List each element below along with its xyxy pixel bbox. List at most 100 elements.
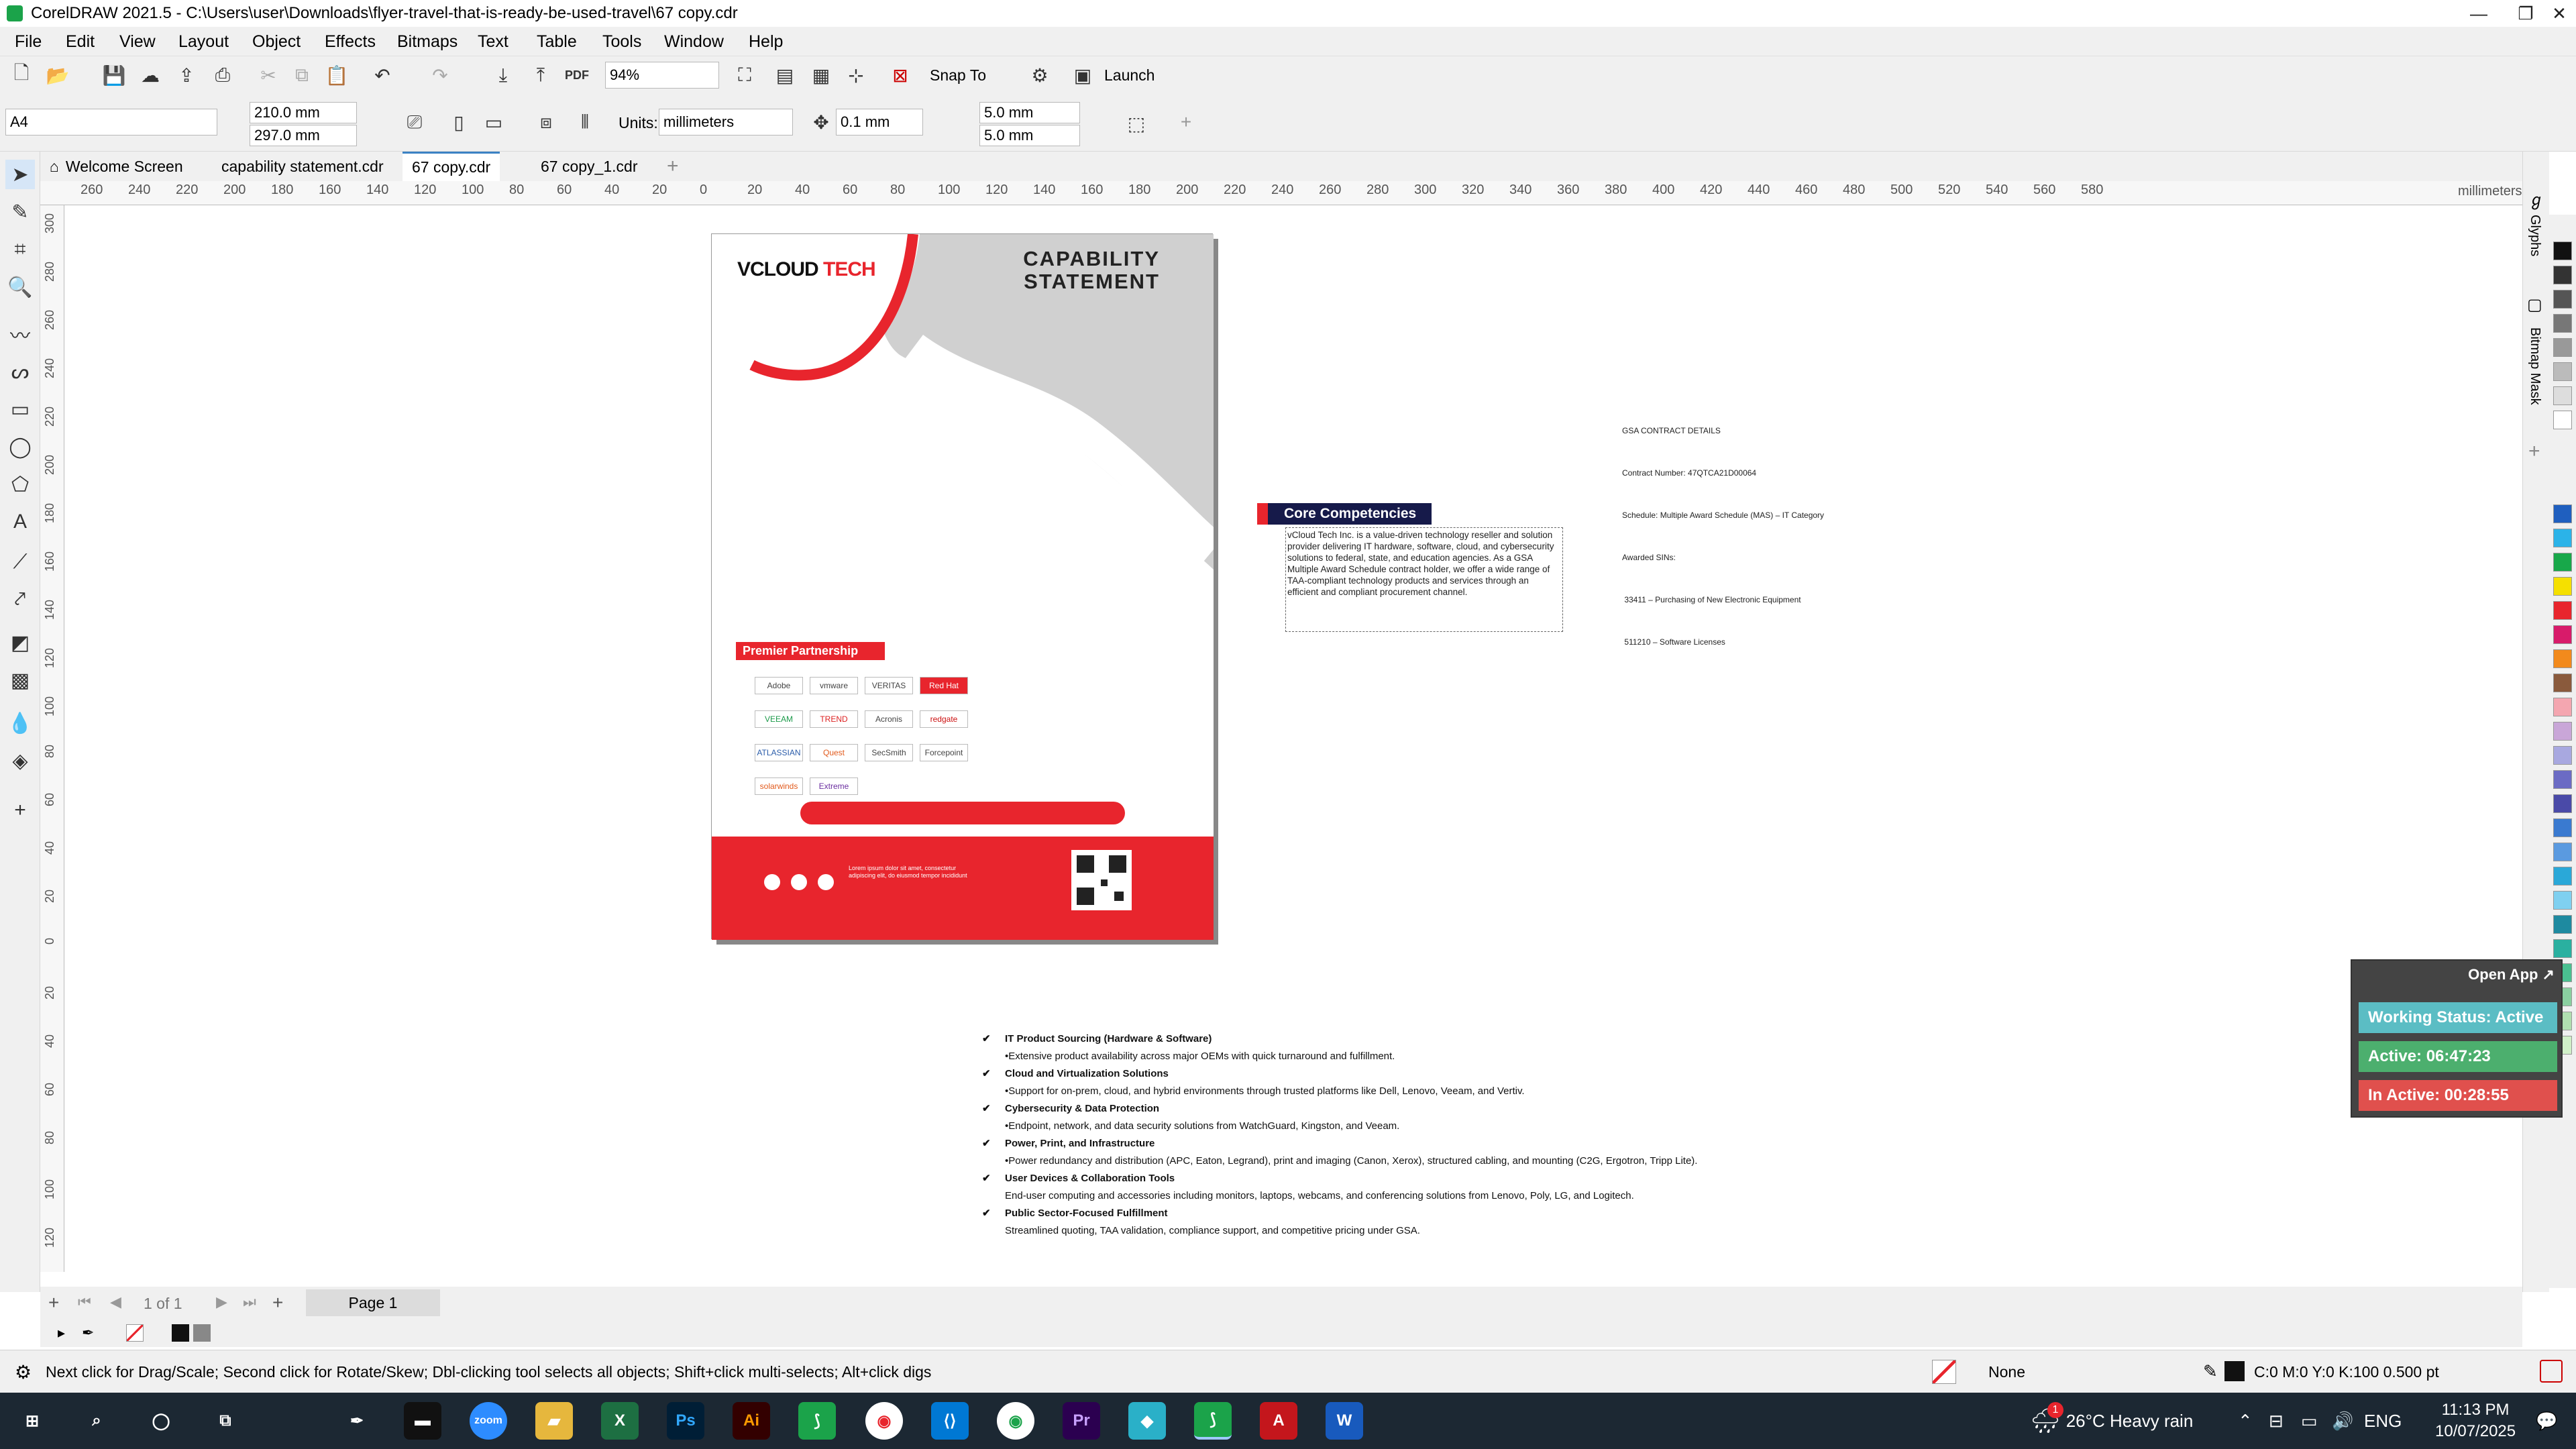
swatch-violet[interactable]: [2553, 770, 2572, 789]
connector-tool-icon[interactable]: ⤤: [5, 585, 35, 614]
swatch-cyan[interactable]: [2553, 867, 2572, 885]
first-page-icon[interactable]: ⏮: [78, 1293, 91, 1311]
search-icon[interactable]: ⌕: [78, 1402, 115, 1440]
menu-tools[interactable]: Tools: [602, 32, 641, 52]
word-icon[interactable]: W: [1326, 1402, 1363, 1440]
tab-welcome-screen[interactable]: ⌂ Welcome Screen: [40, 152, 193, 181]
clock[interactable]: 11:13 PM 10/07/2025: [2435, 1393, 2516, 1449]
volume-icon[interactable]: 🔊: [2332, 1393, 2353, 1449]
vertical-ruler[interactable]: 300 280 260 240 220 200 180 160 140 120 100 80 60 40 2…: [40, 205, 64, 1272]
pen-icon[interactable]: ✒: [338, 1402, 376, 1440]
menu-object[interactable]: Object: [252, 32, 301, 52]
menu-effects[interactable]: Effects: [325, 32, 376, 52]
freehand-tool-icon[interactable]: 〰: [5, 319, 35, 349]
zoom-level-field[interactable]: 94%: [605, 62, 719, 89]
swatch-red[interactable]: [2553, 601, 2572, 620]
undo-icon[interactable]: ↶: [369, 62, 396, 89]
drawing-canvas[interactable]: VCLOUD TECH CAPABILITY STATEMENT Premier…: [64, 205, 2493, 1265]
add-toolbar-icon[interactable]: +: [1173, 109, 1199, 136]
open-app-link[interactable]: Open App ↗: [2468, 966, 2555, 983]
palette-expand-icon[interactable]: ▸: [58, 1324, 65, 1342]
new-document-icon[interactable]: 🗋: [8, 62, 35, 89]
cut-icon[interactable]: ✂: [255, 62, 282, 89]
swatch-teal[interactable]: [2553, 939, 2572, 958]
minimize-button[interactable]: —: [2455, 0, 2502, 27]
acrobat-icon[interactable]: A: [1260, 1402, 1297, 1440]
interactive-fill-icon[interactable]: ◈: [5, 746, 35, 775]
paste-icon[interactable]: 📋: [323, 62, 350, 89]
excel-icon[interactable]: X: [601, 1402, 639, 1440]
swatch-indigo[interactable]: [2553, 794, 2572, 813]
swatch-lilac[interactable]: [2553, 746, 2572, 765]
full-screen-icon[interactable]: ▤: [771, 62, 798, 89]
menu-bitmaps[interactable]: Bitmaps: [397, 32, 458, 52]
swatch-gray[interactable]: [2553, 314, 2572, 333]
file-explorer-icon[interactable]: ▰: [535, 1402, 573, 1440]
drop-shadow-icon[interactable]: ◩: [5, 628, 35, 657]
chrome-icon[interactable]: ◉: [865, 1402, 903, 1440]
next-page-icon[interactable]: ▶: [216, 1293, 227, 1311]
guidelines-icon[interactable]: ⊹: [843, 62, 869, 89]
artistic-media-icon[interactable]: ᔕ: [5, 357, 35, 386]
premiere-icon[interactable]: Pr: [1063, 1402, 1100, 1440]
new-tab-icon[interactable]: +: [657, 152, 688, 181]
portrait-icon[interactable]: ▯: [445, 109, 472, 136]
menu-window[interactable]: Window: [664, 32, 724, 52]
language-indicator[interactable]: ENG: [2364, 1393, 2402, 1449]
fill-indicator-icon[interactable]: [1932, 1360, 1956, 1384]
zoom-icon[interactable]: zoom: [470, 1402, 507, 1440]
print-icon[interactable]: ⎙: [209, 62, 236, 89]
tab-capability-statement[interactable]: capability statement.cdr: [212, 152, 393, 181]
bitmap-mask-icon[interactable]: ▢: [2527, 295, 2542, 315]
grid-icon[interactable]: ▦: [808, 62, 835, 89]
ellipse-tool-icon[interactable]: ◯: [5, 432, 35, 462]
swatch-gray[interactable]: [2553, 338, 2572, 357]
add-page-before-icon[interactable]: +: [48, 1292, 59, 1313]
swatch-teal[interactable]: [2553, 915, 2572, 934]
page-layout-icon[interactable]: ⫴: [572, 109, 598, 136]
swatch-white[interactable]: [2553, 411, 2572, 429]
terminal-icon[interactable]: ▬: [404, 1402, 441, 1440]
menu-file[interactable]: File: [15, 32, 42, 52]
menu-help[interactable]: Help: [749, 32, 783, 52]
coreldraw-icon[interactable]: ⟆: [798, 1402, 836, 1440]
menu-layout[interactable]: Layout: [178, 32, 229, 52]
page-height-field[interactable]: 297.0 mm: [250, 125, 357, 146]
page-1-tab[interactable]: Page 1: [306, 1289, 440, 1316]
page-size-dropdown[interactable]: A4: [5, 109, 217, 136]
export-icon[interactable]: ⤒: [527, 62, 554, 89]
horizontal-ruler[interactable]: 260 240 220 200 180 160 140 120 100 80 60 40 20 0 20 40…: [40, 181, 2522, 205]
swatch-light-cyan[interactable]: [2553, 891, 2572, 910]
shape-tool-icon[interactable]: ✎: [5, 197, 35, 227]
duplicate-x-field[interactable]: 5.0 mm: [979, 102, 1080, 123]
app-icon[interactable]: ◆: [1128, 1402, 1166, 1440]
polygon-tool-icon[interactable]: ⬠: [5, 470, 35, 499]
add-tool-icon[interactable]: +: [5, 796, 35, 825]
menu-view[interactable]: View: [119, 32, 156, 52]
swatch-black[interactable]: [2553, 241, 2572, 260]
landscape-icon[interactable]: ▭: [480, 109, 507, 136]
swatch-gray[interactable]: [2553, 290, 2572, 309]
crop-tool-icon[interactable]: ⌗: [5, 235, 35, 264]
swatch-orange[interactable]: [2553, 649, 2572, 668]
nudge-distance-field[interactable]: 0.1 mm: [836, 109, 923, 136]
options-gear-icon[interactable]: ⚙: [1026, 62, 1053, 89]
swatch-pink[interactable]: [2553, 698, 2572, 716]
swatch-lavender[interactable]: [2553, 722, 2572, 741]
parallel-dimension-icon[interactable]: ⟋: [5, 547, 35, 577]
color-proof-icon[interactable]: [2540, 1360, 2563, 1383]
vscode-icon[interactable]: ⟨⟩: [931, 1402, 969, 1440]
eyedropper-icon[interactable]: 💧: [5, 708, 35, 738]
save-icon[interactable]: 💾: [101, 62, 127, 89]
settings-gear-icon[interactable]: ⚙: [15, 1361, 32, 1383]
pick-tool-icon[interactable]: ➤: [5, 160, 35, 189]
menu-edit[interactable]: Edit: [66, 32, 95, 52]
gsa-contract-details[interactable]: GSA CONTRACT DETAILS Contract Number: 47…: [1622, 396, 1824, 678]
swatch-gray[interactable]: [2553, 386, 2572, 405]
duplicate-y-field[interactable]: 5.0 mm: [979, 125, 1080, 146]
swatch-yellow[interactable]: [2553, 577, 2572, 596]
swatch-magenta[interactable]: [2553, 625, 2572, 644]
launch-dropdown[interactable]: Launch: [1104, 66, 1155, 85]
text-tool-icon[interactable]: A: [5, 507, 35, 537]
swatch-blue[interactable]: [2553, 843, 2572, 861]
